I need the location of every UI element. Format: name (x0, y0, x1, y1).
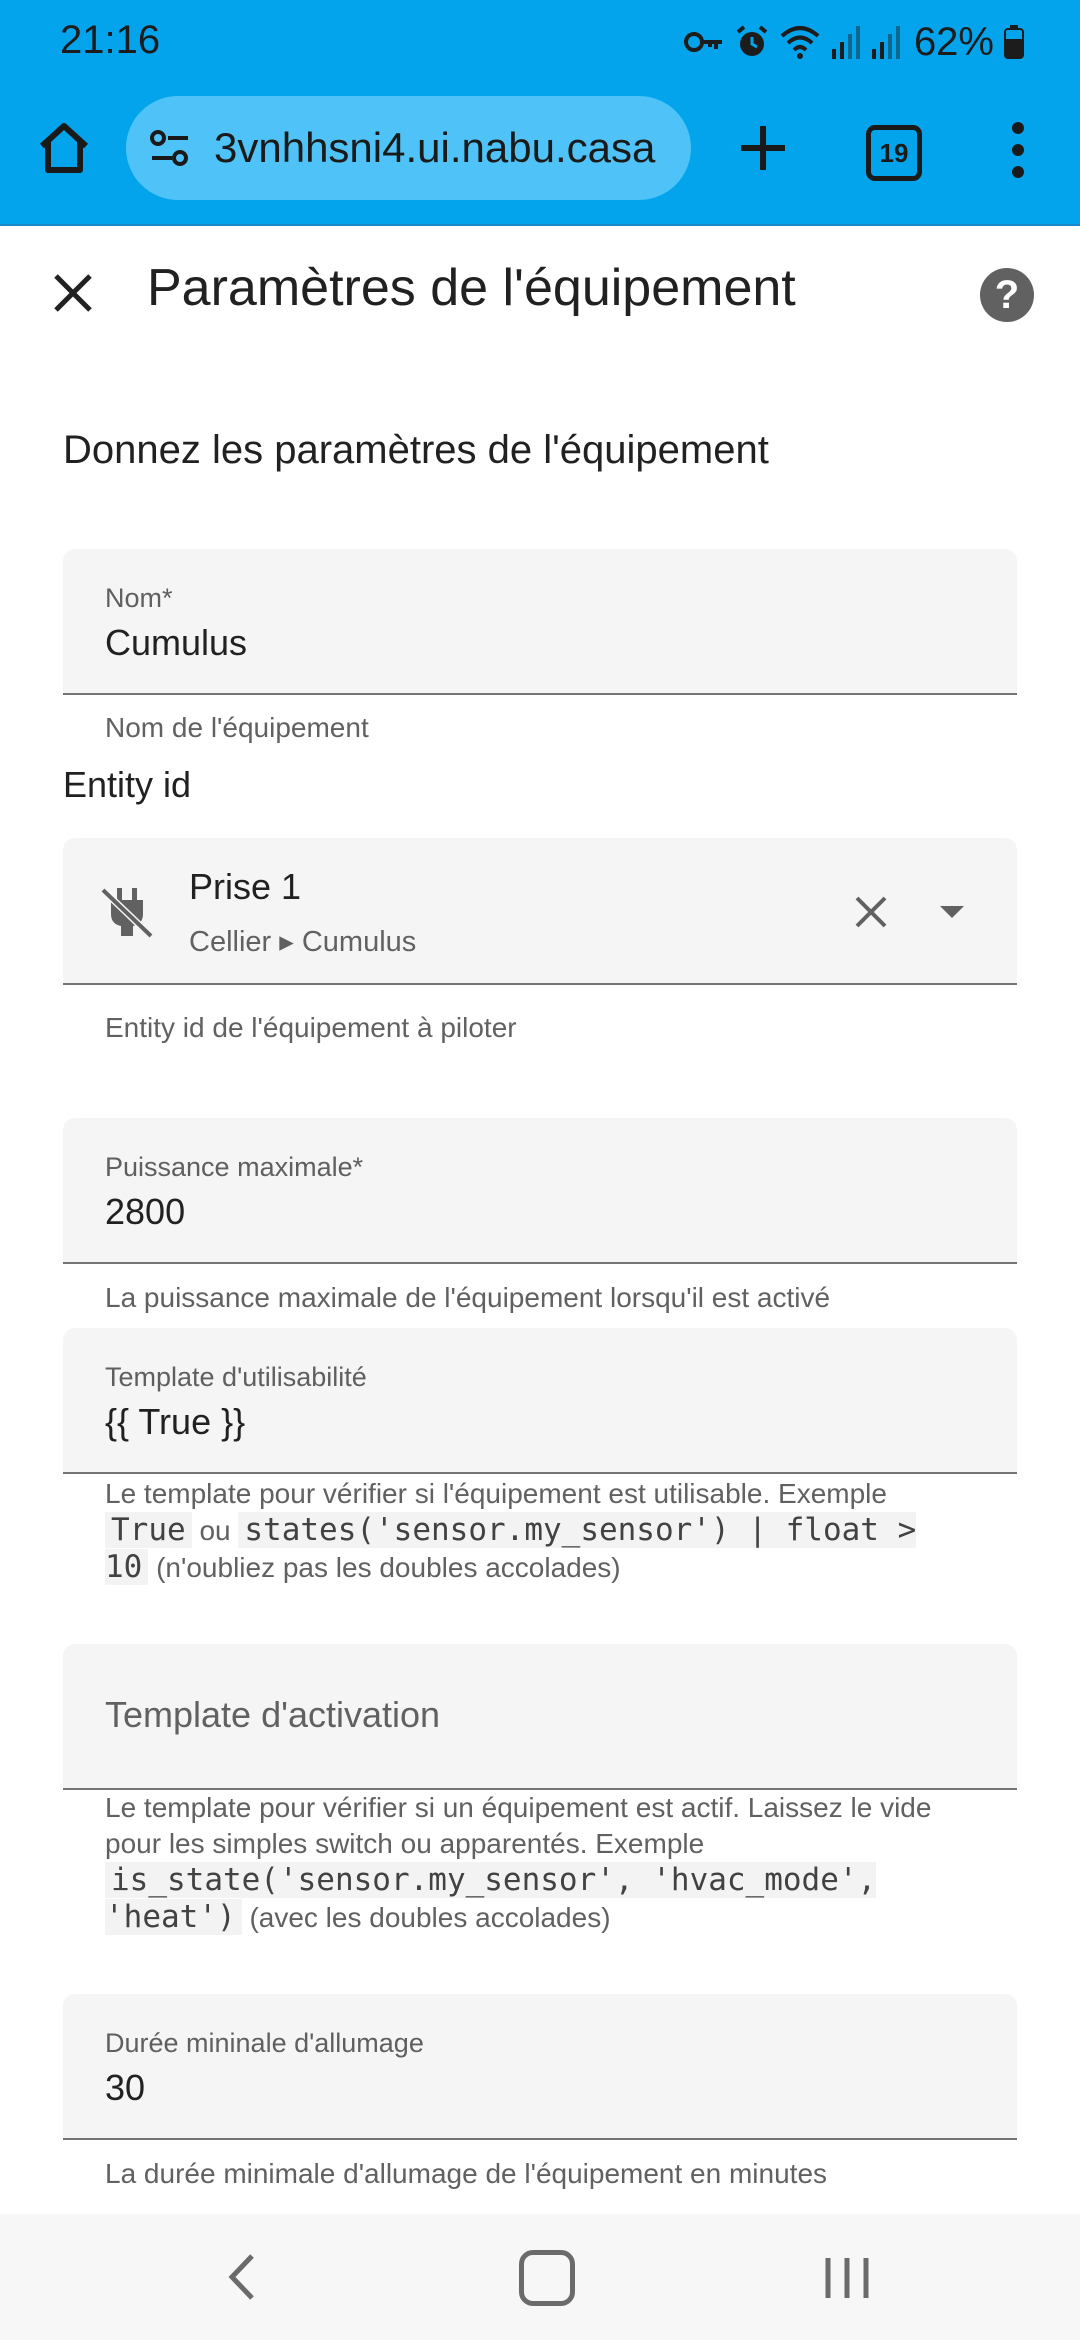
chevron-down-icon[interactable] (938, 898, 966, 926)
usability-helper-text: Le template pour vérifier si l'équipemen… (105, 1478, 887, 1509)
min-duration-value[interactable]: 30 (105, 2067, 145, 2109)
max-power-helper: La puissance maximale de l'équipement lo… (105, 1282, 831, 1313)
status-icons: 62% (683, 18, 1024, 66)
activation-helper-text: Le template pour vérifier si un équipeme… (105, 1792, 932, 1859)
usability-helper-note: (n'oubliez pas les doubles accolades) (156, 1552, 621, 1583)
status-bar: 21:16 62% (0, 0, 1080, 82)
tab-count: 19 (879, 137, 909, 168)
name-field-helper: Nom de l'équipement (105, 712, 369, 743)
entity-id-label: Entity id (63, 764, 192, 805)
name-field[interactable]: Nom* Cumulus (63, 549, 1017, 695)
back-icon[interactable] (218, 2252, 268, 2302)
new-tab-icon[interactable] (733, 118, 793, 178)
entity-name: Prise 1 (189, 866, 302, 907)
min-duration-helper: La durée minimale d'allumage de l'équipe… (105, 2158, 828, 2189)
site-settings-icon[interactable] (148, 126, 192, 170)
system-nav-bar (0, 2214, 1080, 2340)
usability-helper-or: ou (199, 1515, 231, 1546)
max-power-value[interactable]: 2800 (105, 1191, 185, 1233)
browser-toolbar: 3vnhhsni4.ui.nabu.casa 19 (0, 82, 1080, 226)
entity-helper: Entity id de l'équipement à piloter (105, 1012, 517, 1043)
wifi-icon (780, 26, 820, 59)
max-power-field[interactable]: Puissance maximale* 2800 (63, 1118, 1017, 1264)
home-nav-button[interactable] (519, 2250, 575, 2306)
usability-template-field[interactable]: Template d'utilisabilité {{ True }} (63, 1328, 1017, 1474)
entity-area-path: Cellier ▸ Cumulus (189, 926, 417, 958)
usability-template-value[interactable]: {{ True }} (105, 1401, 245, 1443)
section-heading: Donnez les paramètres de l'équipement (63, 428, 769, 472)
more-menu-icon[interactable] (1000, 120, 1036, 180)
activation-template-field[interactable]: Template d'activation (63, 1644, 1017, 1790)
name-field-label: Nom* (105, 583, 173, 613)
battery-percent: 62% (913, 19, 994, 64)
battery-icon (1004, 25, 1024, 59)
recents-icon[interactable] (822, 2254, 872, 2302)
tab-switcher-button[interactable]: 19 (866, 125, 922, 181)
key-icon (683, 32, 722, 52)
close-icon[interactable] (48, 268, 98, 318)
min-duration-label: Durée mininale d'allumage (105, 2028, 424, 2058)
dialog-title: Paramètres de l'équipement (147, 259, 796, 317)
usability-template-label: Template d'utilisabilité (105, 1362, 367, 1392)
activation-template-placeholder: Template d'activation (105, 1694, 441, 1735)
max-power-label: Puissance maximale* (105, 1152, 364, 1182)
usability-helper-code-true: True (105, 1512, 192, 1548)
signal-icon (831, 26, 860, 59)
status-time: 21:16 (60, 18, 161, 62)
usability-template-helper: Le template pour vérifier si l'équipemen… (105, 1476, 975, 1586)
help-icon[interactable]: ? (980, 268, 1034, 322)
activation-template-helper: Le template pour vérifier si un équipeme… (105, 1790, 975, 1936)
home-icon[interactable] (34, 118, 94, 178)
url-text: 3vnhhsni4.ui.nabu.casa (214, 124, 656, 171)
url-bar[interactable]: 3vnhhsni4.ui.nabu.casa (126, 96, 691, 200)
name-field-value[interactable]: Cumulus (105, 622, 247, 664)
power-plug-off-icon (100, 887, 154, 939)
activation-helper-note: (avec les doubles accolades) (249, 1902, 611, 1933)
entity-picker[interactable]: Prise 1 Cellier ▸ Cumulus (63, 838, 1017, 985)
alarm-icon (736, 25, 768, 56)
min-duration-field[interactable]: Durée mininale d'allumage 30 (63, 1994, 1017, 2140)
clear-icon[interactable] (851, 892, 891, 932)
signal-icon (871, 26, 900, 59)
